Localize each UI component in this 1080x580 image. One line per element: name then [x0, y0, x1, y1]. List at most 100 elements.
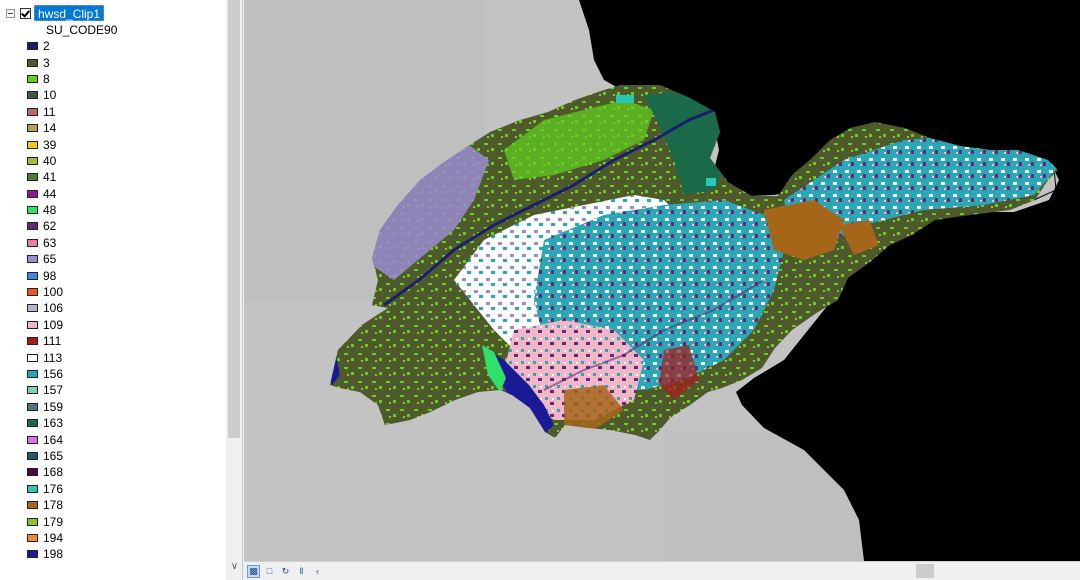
legend-item[interactable]: 98	[27, 267, 63, 283]
legend-label: 176	[43, 481, 64, 496]
legend-item[interactable]: 41	[27, 169, 63, 185]
legend-swatch[interactable]	[27, 58, 38, 67]
legend-swatch[interactable]	[27, 156, 38, 165]
legend-label: 178	[43, 498, 64, 513]
legend-item[interactable]: 111	[27, 333, 63, 349]
legend-item[interactable]: 159	[27, 399, 63, 415]
legend-item[interactable]: 194	[27, 530, 63, 546]
legend-item[interactable]: 40	[27, 153, 63, 169]
layer-name[interactable]: hwsd_Clip1	[34, 5, 105, 21]
toc-vertical-scrollbar[interactable]: ∨	[226, 0, 242, 580]
legend-swatch[interactable]	[27, 402, 38, 411]
legend-label: 39	[43, 137, 57, 152]
legend-swatch[interactable]	[27, 550, 38, 559]
legend-label: 10	[43, 88, 57, 103]
legend-swatch[interactable]	[27, 206, 38, 215]
layer-visibility-checkbox[interactable]	[20, 7, 31, 19]
scrollbar-thumb[interactable]	[228, 0, 240, 438]
legend-item[interactable]: 163	[27, 415, 63, 431]
legend-swatch[interactable]	[27, 124, 38, 133]
legend-swatch[interactable]	[27, 42, 38, 51]
legend-item[interactable]: 65	[27, 251, 63, 267]
legend-label: 113	[43, 350, 63, 365]
legend-item[interactable]: 178	[27, 497, 63, 513]
legend-item[interactable]: 106	[27, 300, 63, 316]
legend-item[interactable]: 2	[27, 38, 63, 54]
legend-swatch[interactable]	[27, 517, 38, 526]
legend-label: 159	[43, 399, 64, 414]
legend-swatch[interactable]	[27, 304, 38, 313]
legend-item[interactable]: 8	[27, 71, 63, 87]
legend-item[interactable]: 165	[27, 448, 63, 464]
legend-swatch[interactable]	[27, 533, 38, 542]
legend-swatch[interactable]	[27, 386, 38, 395]
legend-item[interactable]: 11	[27, 104, 63, 120]
legend-item[interactable]: 63	[27, 235, 63, 251]
legend-swatch[interactable]	[27, 370, 38, 378]
table-of-contents: hwsd_Clip1 SU_CODE90 2 3 8 10 11 14 39 40 41 44 48…	[0, 0, 243, 580]
legend-swatch[interactable]	[27, 238, 38, 247]
legend-swatch[interactable]	[27, 435, 38, 444]
legend-item[interactable]: 156	[27, 366, 63, 382]
refresh-icon[interactable]: ↻	[279, 565, 292, 578]
legend-item[interactable]: 100	[27, 284, 63, 300]
legend-swatch[interactable]	[27, 91, 38, 100]
legend-swatch[interactable]	[27, 484, 38, 493]
legend-label: 100	[43, 285, 64, 300]
legend-swatch[interactable]	[27, 468, 38, 477]
legend-item[interactable]: 157	[27, 382, 63, 398]
legend-label: 40	[43, 153, 57, 168]
legend-item[interactable]: 44	[27, 186, 63, 202]
legend-item[interactable]: 62	[27, 218, 63, 234]
legend-swatch[interactable]	[27, 419, 38, 428]
legend-swatch[interactable]	[27, 288, 38, 297]
legend-label: 111	[43, 334, 62, 349]
legend-item[interactable]: 164	[27, 431, 63, 447]
legend-swatch[interactable]	[27, 189, 38, 198]
legend-swatch[interactable]	[27, 140, 38, 149]
legend-label: 98	[43, 268, 57, 283]
collapse-icon[interactable]	[6, 8, 15, 18]
legend-item[interactable]: 176	[27, 481, 63, 497]
legend-swatch[interactable]	[27, 107, 38, 116]
horizontal-scrollbar-thumb[interactable]	[916, 564, 934, 578]
legend-item[interactable]: 39	[27, 136, 63, 152]
layout-view-icon[interactable]: □	[263, 565, 276, 578]
legend-label: 106	[43, 301, 64, 316]
layer-row: hwsd_Clip1	[6, 5, 105, 21]
legend-swatch[interactable]	[27, 173, 38, 182]
legend: 2 3 8 10 11 14 39 40 41 44 48 62 63 65 98 100 106 109 111 1…	[27, 38, 63, 560]
map-view[interactable]	[244, 0, 1080, 561]
pause-icon[interactable]: ‖	[295, 565, 308, 578]
legend-item[interactable]: 168	[27, 464, 63, 480]
legend-swatch[interactable]	[27, 255, 38, 264]
legend-item[interactable]: 14	[27, 120, 63, 136]
legend-label: 62	[43, 219, 57, 234]
legend-label: 11	[43, 104, 56, 119]
legend-label: 65	[43, 252, 57, 267]
chevron-down-icon[interactable]: ∨	[226, 560, 242, 574]
legend-swatch[interactable]	[27, 222, 38, 231]
legend-item[interactable]: 109	[27, 317, 63, 333]
legend-swatch[interactable]	[27, 353, 38, 362]
legend-item[interactable]: 179	[27, 513, 63, 529]
legend-swatch[interactable]	[27, 451, 38, 460]
legend-swatch[interactable]	[27, 74, 38, 83]
legend-item[interactable]: 10	[27, 87, 63, 103]
legend-label: 157	[43, 383, 64, 398]
legend-label: 179	[43, 514, 64, 529]
legend-label: 164	[43, 432, 64, 447]
legend-swatch[interactable]	[27, 320, 38, 329]
legend-item[interactable]: 198	[27, 546, 63, 560]
legend-swatch[interactable]	[27, 501, 38, 510]
legend-swatch[interactable]	[27, 337, 38, 346]
map-canvas[interactable]	[244, 0, 1080, 561]
legend-label: 63	[43, 235, 57, 250]
legend-item[interactable]: 3	[27, 54, 63, 70]
legend-swatch[interactable]	[27, 271, 38, 280]
legend-item[interactable]: 48	[27, 202, 63, 218]
data-view-icon[interactable]: ▩	[247, 564, 260, 578]
legend-item[interactable]: 113	[27, 349, 63, 365]
scroll-left-icon[interactable]: ‹	[311, 565, 324, 578]
legend-label: 14	[43, 121, 57, 136]
